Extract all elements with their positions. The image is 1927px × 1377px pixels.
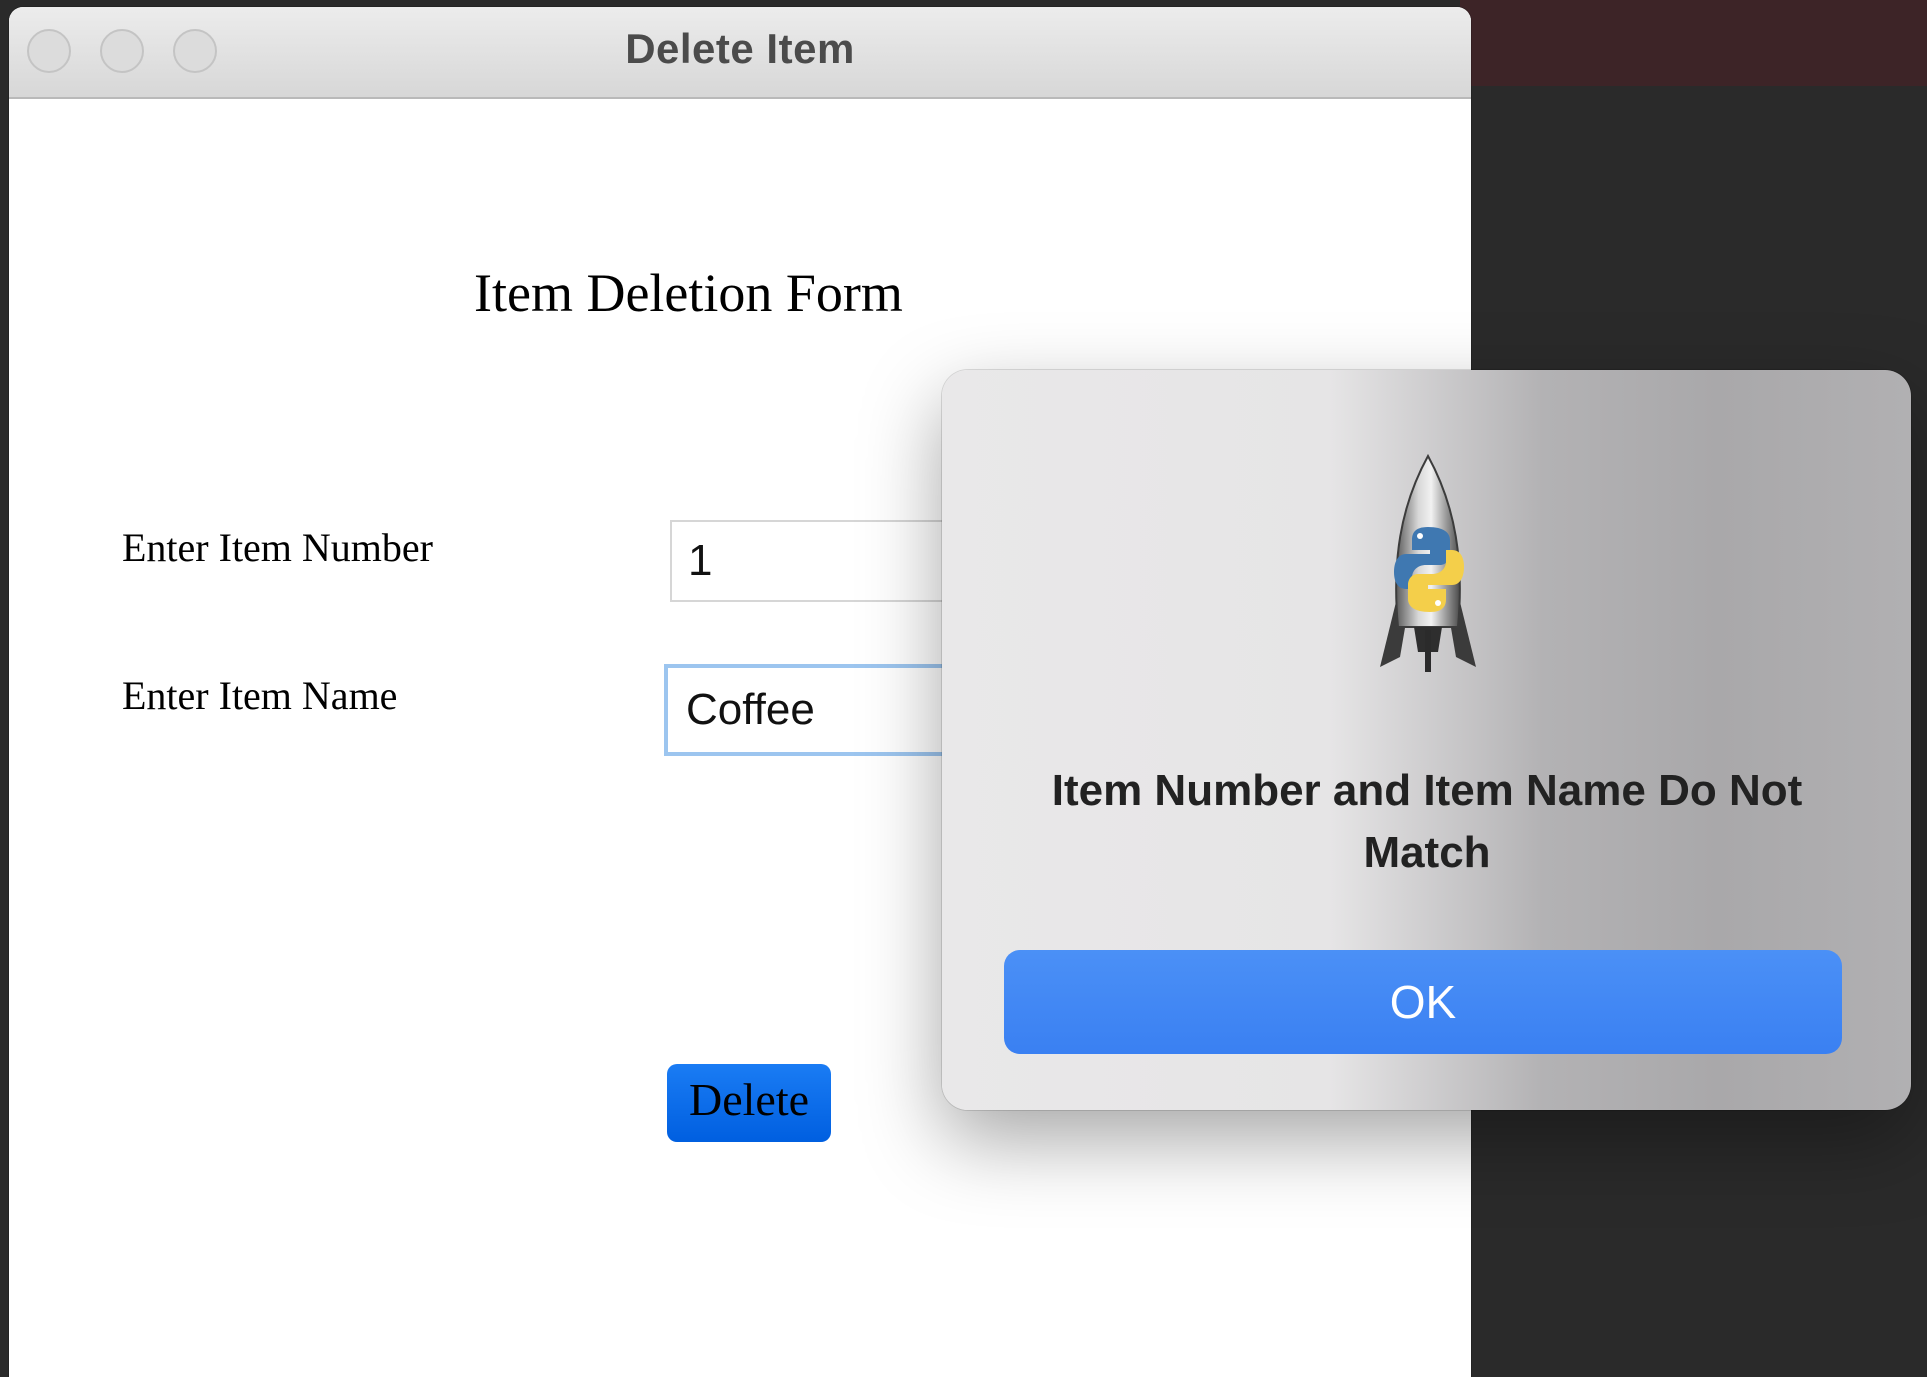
item-number-label: Enter Item Number bbox=[122, 525, 433, 570]
ok-button[interactable]: OK bbox=[1004, 950, 1842, 1054]
window-title: Delete Item bbox=[625, 25, 855, 72]
window-titlebar[interactable]: Delete Item bbox=[9, 7, 1471, 99]
form-heading: Item Deletion Form bbox=[474, 263, 903, 323]
item-name-label: Enter Item Name bbox=[122, 673, 398, 718]
error-alert-dialog: Item Number and Item Name Do Not Match O… bbox=[942, 370, 1911, 1110]
delete-button[interactable]: Delete bbox=[667, 1064, 831, 1142]
background-window-strip bbox=[1460, 0, 1927, 86]
python-launcher-rocket-icon bbox=[1380, 453, 1476, 672]
alert-message: Item Number and Item Name Do Not Match bbox=[1051, 766, 1803, 877]
